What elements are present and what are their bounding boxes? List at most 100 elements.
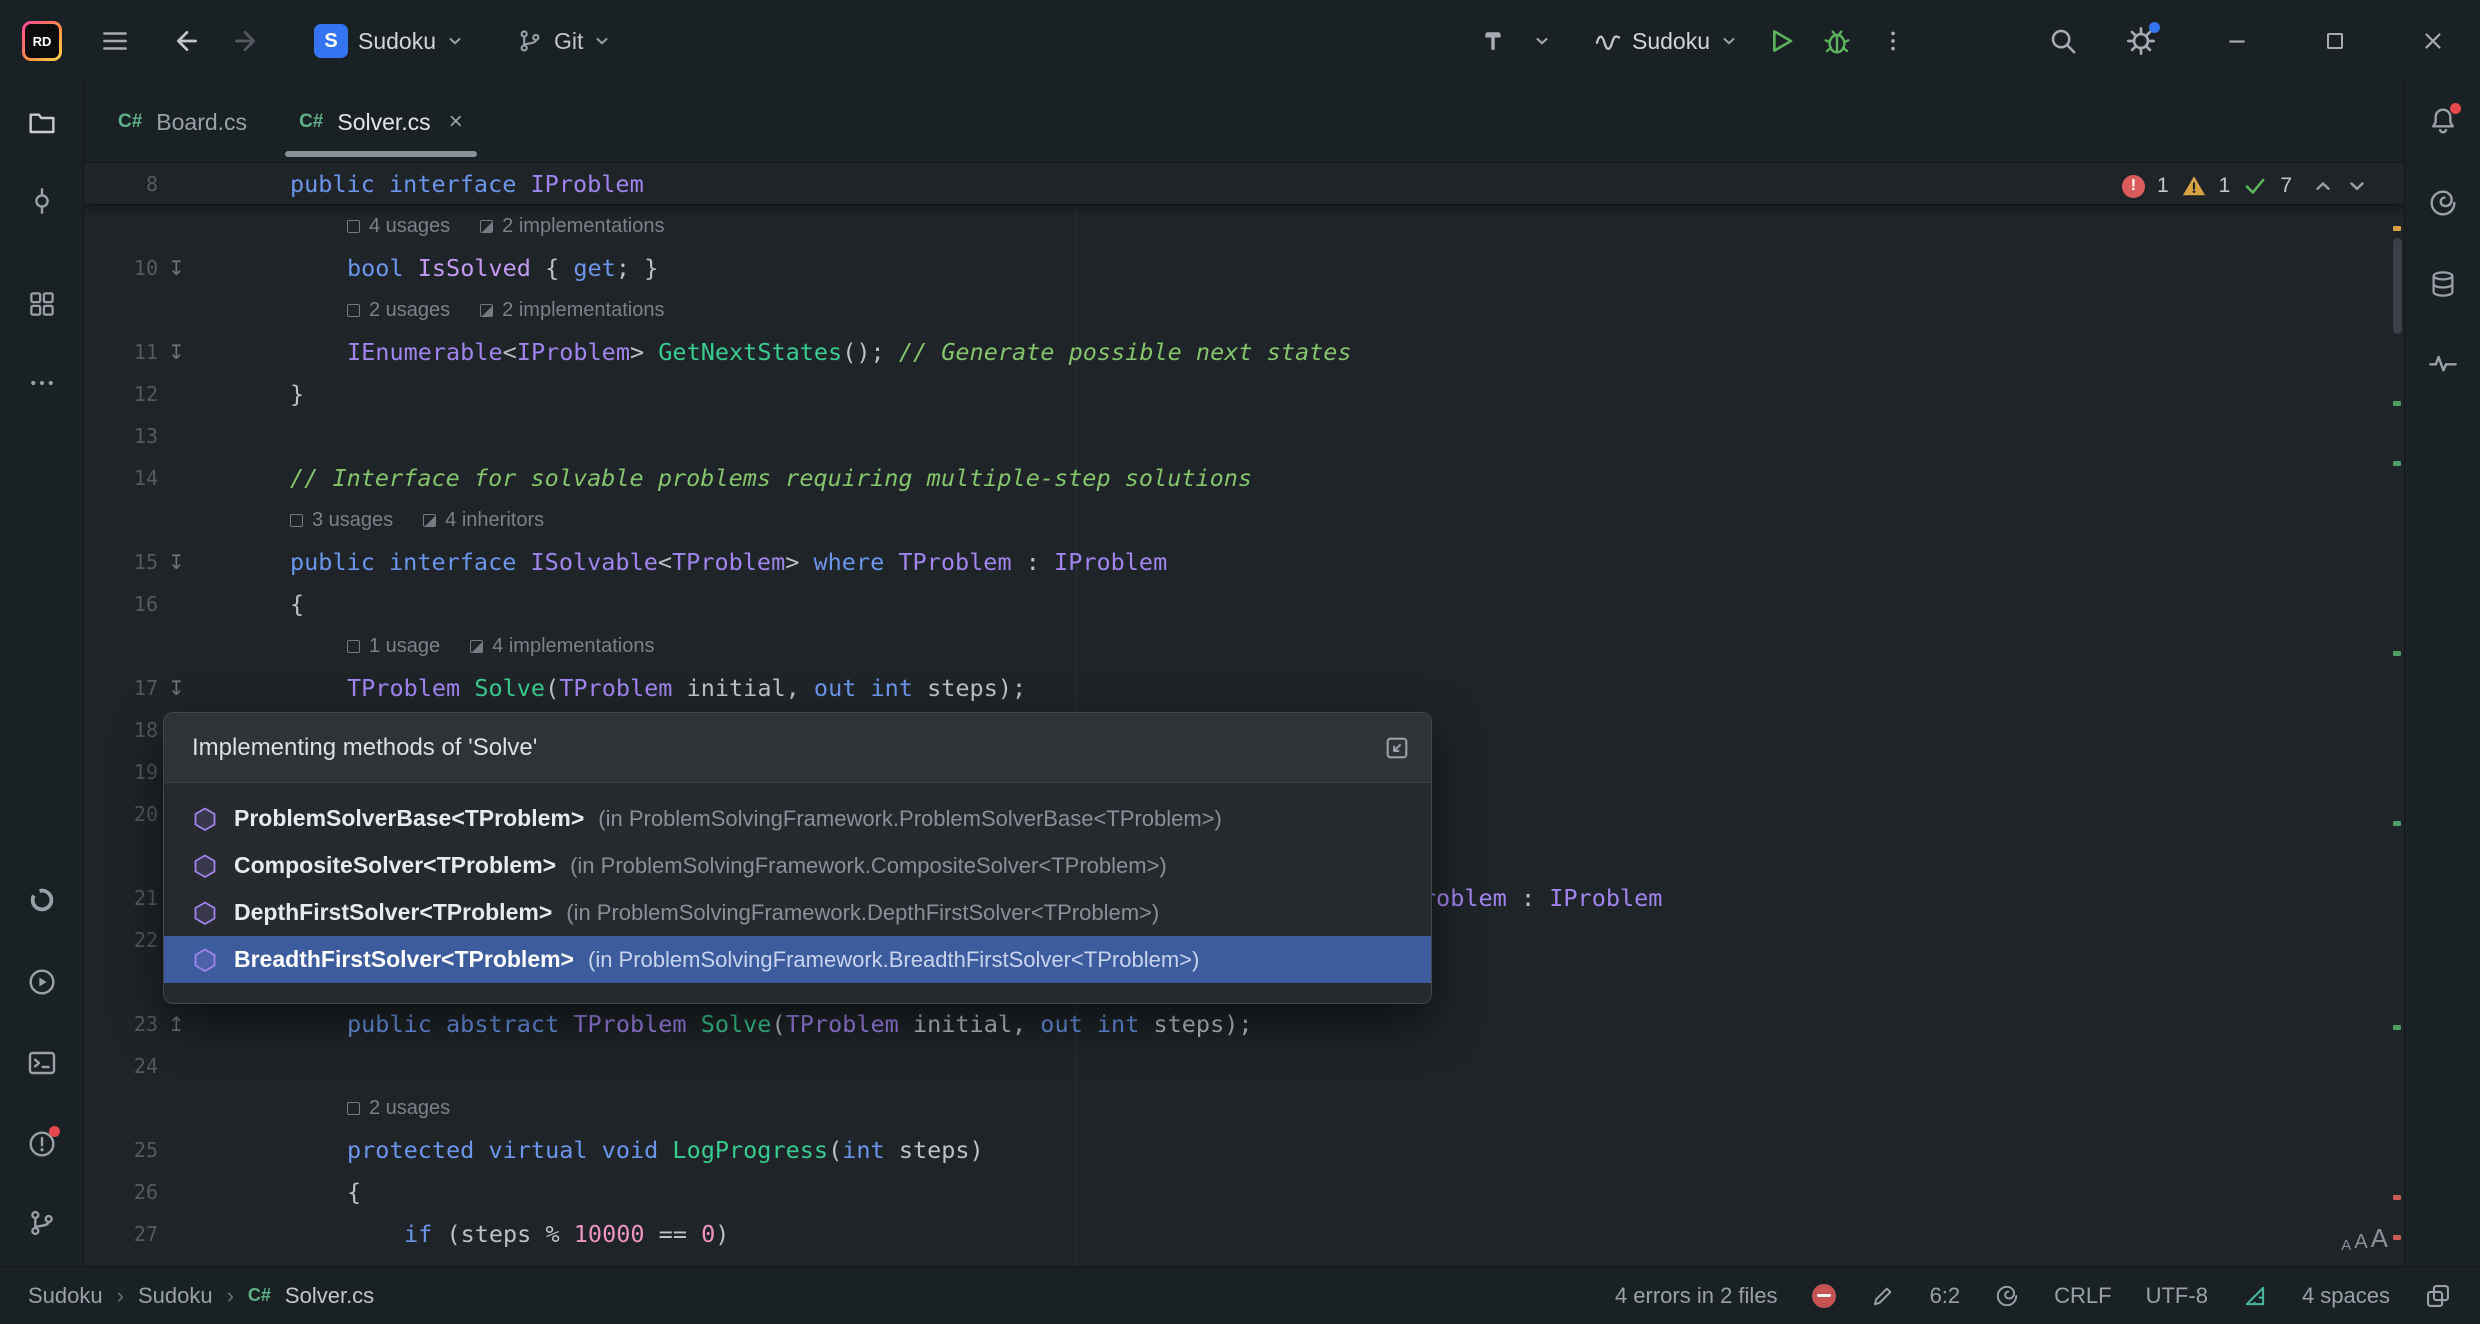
debug-button[interactable] — [1812, 16, 1862, 66]
problems-tool-button[interactable] — [18, 1120, 66, 1168]
passed-count[interactable]: 7 — [2280, 174, 2292, 198]
git-tool-button[interactable] — [18, 1199, 66, 1247]
stripe-mark[interactable] — [2393, 1195, 2401, 1200]
editor-tab[interactable]: C#Board.cs — [92, 82, 273, 162]
back-button[interactable] — [160, 16, 210, 66]
line-number[interactable]: 12 — [84, 373, 158, 415]
code-vision[interactable]: 2 usages — [347, 1087, 450, 1129]
font-size-widget[interactable]: A A A — [2341, 1223, 2388, 1254]
error-count[interactable]: 1 — [2157, 174, 2169, 198]
breadcrumb-item[interactable]: Sudoku — [28, 1283, 103, 1309]
database-button[interactable] — [2419, 260, 2467, 308]
implemented-gutter-icon[interactable]: ↧ — [168, 667, 185, 709]
vision-usages-link[interactable]: 1 usage — [347, 635, 440, 658]
popup-header[interactable]: Implementing methods of 'Solve' — [164, 713, 1431, 783]
main-menu-button[interactable] — [90, 16, 140, 66]
stripe-mark[interactable] — [2393, 651, 2401, 656]
maximize-button[interactable] — [2310, 16, 2360, 66]
breadcrumb-item[interactable]: Solver.cs — [285, 1283, 374, 1309]
ai-status-widget[interactable] — [1994, 1283, 2020, 1309]
font-size-medium[interactable]: A — [2354, 1231, 2367, 1254]
edit-mode-widget[interactable] — [1870, 1283, 1896, 1309]
line-number[interactable]: 18 — [84, 709, 158, 751]
font-size-large[interactable]: A — [2371, 1223, 2388, 1254]
implemented-gutter-icon[interactable]: ↧ — [168, 331, 185, 373]
code-vision[interactable]: 3 usages4 inheritors — [290, 499, 544, 541]
encoding-widget[interactable]: UTF-8 — [2146, 1283, 2208, 1309]
line-number[interactable]: 21 — [84, 877, 158, 919]
run-tool-button[interactable] — [18, 958, 66, 1006]
vision-impl-link[interactable]: 4 inheritors — [423, 509, 544, 532]
popup-item[interactable]: ProblemSolverBase<TProblem>(in ProblemSo… — [164, 795, 1431, 842]
build-button[interactable] — [1468, 16, 1518, 66]
close-window-button[interactable] — [2408, 16, 2458, 66]
vision-usages-link[interactable]: 2 usages — [347, 1097, 450, 1120]
caret-position-widget[interactable]: 6:2 — [1930, 1283, 1961, 1309]
line-number[interactable]: 8 — [84, 163, 158, 205]
forward-button[interactable] — [222, 16, 272, 66]
implements-gutter-icon[interactable]: ↥ — [168, 1003, 185, 1045]
editor-tab[interactable]: C#Solver.cs× — [273, 82, 489, 162]
stripe-mark[interactable] — [2393, 226, 2401, 231]
project-tool-button[interactable] — [18, 98, 66, 146]
code-vision[interactable]: 2 usages2 implementations — [347, 289, 664, 331]
highlighting-level-widget[interactable] — [1812, 1284, 1836, 1308]
line-number[interactable]: 19 — [84, 751, 158, 793]
popup-item[interactable]: DepthFirstSolver<TProblem>(in ProblemSol… — [164, 889, 1431, 936]
open-in-find-window-button[interactable] — [1383, 734, 1411, 762]
vision-impl-link[interactable]: 2 implementations — [480, 215, 664, 238]
ai-assistant-button[interactable] — [2419, 179, 2467, 227]
line-number[interactable]: 26 — [84, 1171, 158, 1213]
line-number[interactable]: 11 — [84, 331, 158, 373]
prev-problem-button[interactable] — [2312, 175, 2334, 197]
commit-tool-button[interactable] — [18, 177, 66, 225]
stripe-mark[interactable] — [2393, 821, 2401, 826]
build-menu-chevron[interactable] — [1524, 16, 1560, 66]
more-actions-button[interactable] — [1868, 16, 1918, 66]
popup-item[interactable]: CompositeSolver<TProblem>(in ProblemSolv… — [164, 842, 1431, 889]
terminal-tool-button[interactable] — [18, 1039, 66, 1087]
code-vision[interactable]: 1 usage4 implementations — [347, 625, 654, 667]
line-number[interactable]: 22 — [84, 919, 158, 961]
indent-widget[interactable]: 4 spaces — [2302, 1283, 2390, 1309]
code-style-widget[interactable] — [2242, 1283, 2268, 1309]
rider-logo[interactable]: RD — [22, 21, 62, 61]
search-everywhere-button[interactable] — [2038, 16, 2088, 66]
line-number[interactable]: 16 — [84, 583, 158, 625]
implemented-gutter-icon[interactable]: ↧ — [168, 247, 185, 289]
line-number[interactable]: 27 — [84, 1213, 158, 1255]
line-number[interactable]: 17 — [84, 667, 158, 709]
line-number[interactable]: 25 — [84, 1129, 158, 1171]
line-number[interactable]: 15 — [84, 541, 158, 583]
settings-button[interactable] — [2116, 16, 2166, 66]
line-separator-widget[interactable]: CRLF — [2054, 1283, 2111, 1309]
profiler-button[interactable] — [2419, 339, 2467, 387]
more-tool-windows-button[interactable] — [18, 359, 66, 407]
line-number[interactable]: 13 — [84, 415, 158, 457]
inspection-widget[interactable]: ! 1 1 7 — [2122, 173, 2368, 199]
coverage-tool-button[interactable] — [18, 876, 66, 924]
close-icon[interactable]: × — [449, 108, 463, 136]
line-number[interactable]: 20 — [84, 793, 158, 835]
line-number[interactable]: 24 — [84, 1045, 158, 1087]
popup-item[interactable]: BreadthFirstSolver<TProblem>(in ProblemS… — [164, 936, 1431, 983]
next-problem-button[interactable] — [2346, 175, 2368, 197]
stripe-mark[interactable] — [2393, 461, 2401, 466]
editor-scrollbar-thumb[interactable] — [2393, 238, 2402, 334]
structure-tool-button[interactable] — [18, 280, 66, 328]
layout-widget[interactable] — [2424, 1282, 2452, 1310]
notifications-button[interactable] — [2419, 97, 2467, 145]
stripe-mark[interactable] — [2393, 1235, 2401, 1240]
project-widget[interactable]: S Sudoku — [302, 16, 476, 66]
breadcrumb-item[interactable]: Sudoku — [138, 1283, 213, 1309]
vision-usages-link[interactable]: 2 usages — [347, 299, 450, 322]
stripe-mark[interactable] — [2393, 401, 2401, 406]
vision-usages-link[interactable]: 4 usages — [347, 215, 450, 238]
line-number[interactable]: 10 — [84, 247, 158, 289]
code-vision[interactable]: 4 usages 2 implementations — [347, 205, 664, 247]
problems-summary[interactable]: 4 errors in 2 files — [1615, 1283, 1778, 1309]
vcs-widget[interactable]: Git — [504, 19, 623, 63]
run-configuration-widget[interactable]: Sudoku — [1582, 19, 1750, 63]
run-button[interactable] — [1756, 16, 1806, 66]
line-number[interactable]: 14 — [84, 457, 158, 499]
